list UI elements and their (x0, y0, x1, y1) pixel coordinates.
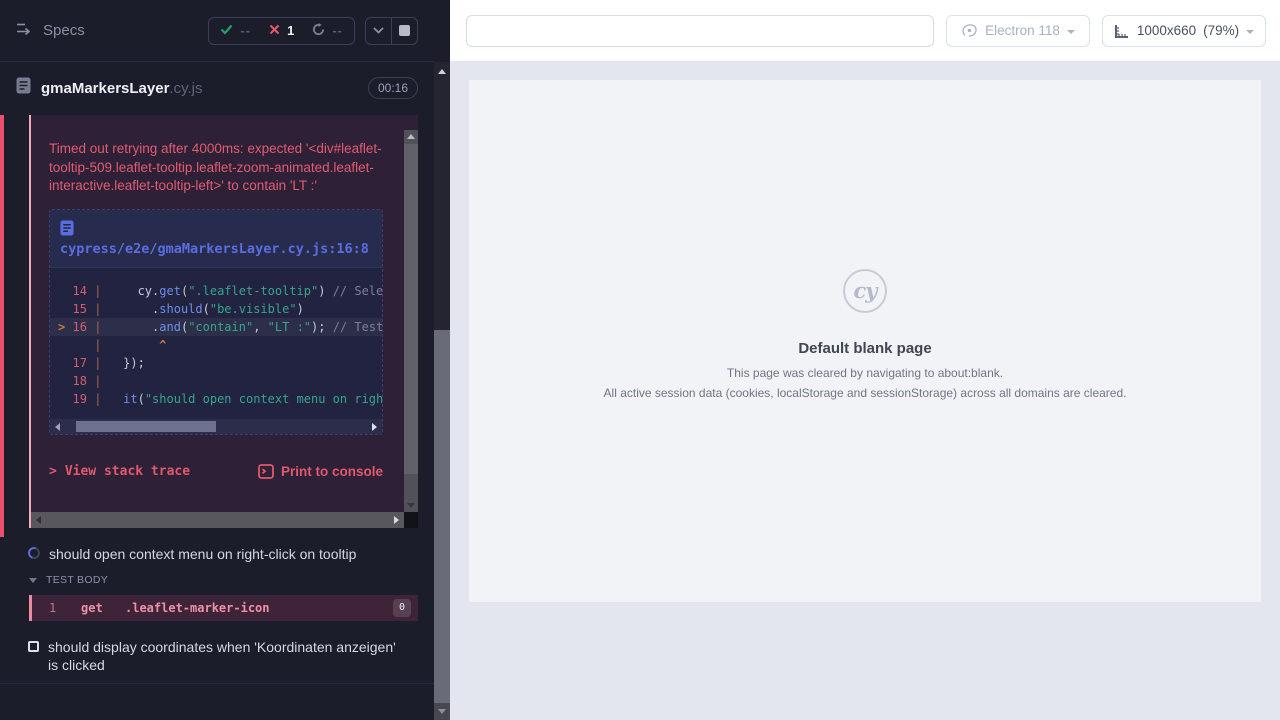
viewport-size: 1000x660 (1137, 23, 1196, 38)
command-count-badge: 0 (393, 599, 411, 617)
specs-title: Specs (43, 22, 85, 39)
spec-name: gmaMarkersLayer (41, 80, 169, 97)
pending-icon (312, 23, 325, 39)
stage-background: cy Default blank page This page was clea… (450, 62, 1280, 720)
reporter-header: Specs -- 1 -- (0, 0, 434, 62)
command-method: get (81, 601, 125, 615)
cypress-logo: cy (843, 269, 887, 313)
list-divider (0, 683, 434, 684)
test-running[interactable]: should open context menu on right-click … (0, 545, 434, 563)
print-to-console-button[interactable]: Print to console (258, 464, 383, 479)
viewport-zoom: (79%) (1203, 23, 1239, 38)
scroll-down-button[interactable] (434, 703, 450, 720)
passed-icon (220, 23, 233, 38)
stop-icon (399, 25, 410, 36)
reporter-sidebar: Specs -- 1 -- (0, 0, 434, 720)
blank-page-message: cy Default blank page This page was clea… (604, 269, 1127, 400)
scroll-down-arrow-icon (438, 709, 446, 714)
electron-icon (961, 22, 978, 39)
chevron-down-icon (1246, 30, 1254, 34)
blank-page-subtitle-2: All active session data (cookies, localS… (604, 386, 1127, 400)
test-pending-icon (28, 641, 39, 652)
spec-file-icon (16, 77, 31, 99)
runner-controls (365, 17, 418, 45)
test-title: should open context menu on right-click … (49, 545, 356, 563)
test-list: should open context menu on right-click … (0, 545, 434, 684)
collapse-button[interactable] (366, 18, 391, 44)
blank-page-subtitle-1: This page was cleared by navigating to a… (604, 366, 1127, 380)
chevron-down-icon (1067, 30, 1075, 34)
test-title: should display coordinates when 'Koordin… (48, 638, 400, 674)
error-panel: Timed out retrying after 4000ms: expecte… (29, 115, 418, 528)
scroll-up-arrow-icon[interactable] (438, 69, 446, 74)
failed-icon (269, 23, 280, 38)
test-running-spinner-icon (26, 545, 42, 561)
test-body-section[interactable]: TEST BODY (0, 574, 434, 586)
browser-toolbar: Electron 118 1000x660 (79%) (450, 0, 1280, 62)
failed-count: 1 (287, 23, 294, 38)
code-frame-link[interactable]: cypress/e2e/gmaMarkersLayer.cy.js:16:8 (50, 210, 382, 268)
browser-select[interactable]: Electron 118 (946, 15, 1090, 47)
command-message: .leaflet-marker-icon (125, 601, 270, 615)
pending-count: -- (332, 23, 343, 38)
viewport-size-select[interactable]: 1000x660 (79%) (1102, 15, 1266, 47)
browser-label: Electron 118 (985, 23, 1060, 38)
stack-trace-arrow-icon: > (49, 464, 57, 479)
app-main: Electron 118 1000x660 (79%) cy Default b… (450, 0, 1280, 720)
error-horizontal-scrollbar[interactable] (31, 512, 404, 528)
view-stack-trace-link[interactable]: >View stack trace (49, 464, 190, 479)
sidebar-scrollbar[interactable] (434, 0, 450, 720)
chevron-down-icon (29, 578, 37, 583)
code-frame: cypress/e2e/gmaMarkersLayer.cy.js:16:8 1… (49, 209, 383, 435)
command-log-row[interactable]: 1 get .leaflet-marker-icon 0 (29, 595, 418, 621)
specs-menu-icon[interactable] (16, 21, 33, 40)
stop-button[interactable] (392, 18, 417, 44)
spec-duration-badge: 00:16 (368, 77, 418, 99)
command-number: 1 (32, 601, 81, 615)
aut-viewport: cy Default blank page This page was clea… (469, 80, 1261, 602)
spec-row: gmaMarkersLayer.cy.js 00:16 (0, 62, 434, 114)
scrollbar-thumb[interactable] (434, 330, 450, 703)
passed-count: -- (240, 23, 251, 38)
code-frame-filename: cypress/e2e/gmaMarkersLayer.cy.js:16:8 (60, 241, 369, 257)
test-stats: -- 1 -- (208, 17, 355, 45)
error-message: Timed out retrying after 4000ms: expecte… (49, 140, 385, 196)
test-pending[interactable]: should display coordinates when 'Koordin… (0, 638, 434, 674)
url-input[interactable] (466, 15, 934, 47)
code-editor: 14 | cy.get(".leaflet-tooltip") // Sele … (50, 268, 382, 416)
error-vertical-scrollbar[interactable] (404, 130, 418, 512)
ruler-icon (1114, 23, 1130, 39)
scrollbar-corner (404, 512, 418, 528)
console-icon (258, 464, 274, 479)
failed-attempt-stripe (0, 115, 4, 537)
code-horizontal-scrollbar[interactable] (50, 419, 382, 434)
test-body-label: TEST BODY (46, 574, 108, 586)
blank-page-title: Default blank page (604, 340, 1127, 357)
spec-extension: .cy.js (169, 80, 202, 97)
